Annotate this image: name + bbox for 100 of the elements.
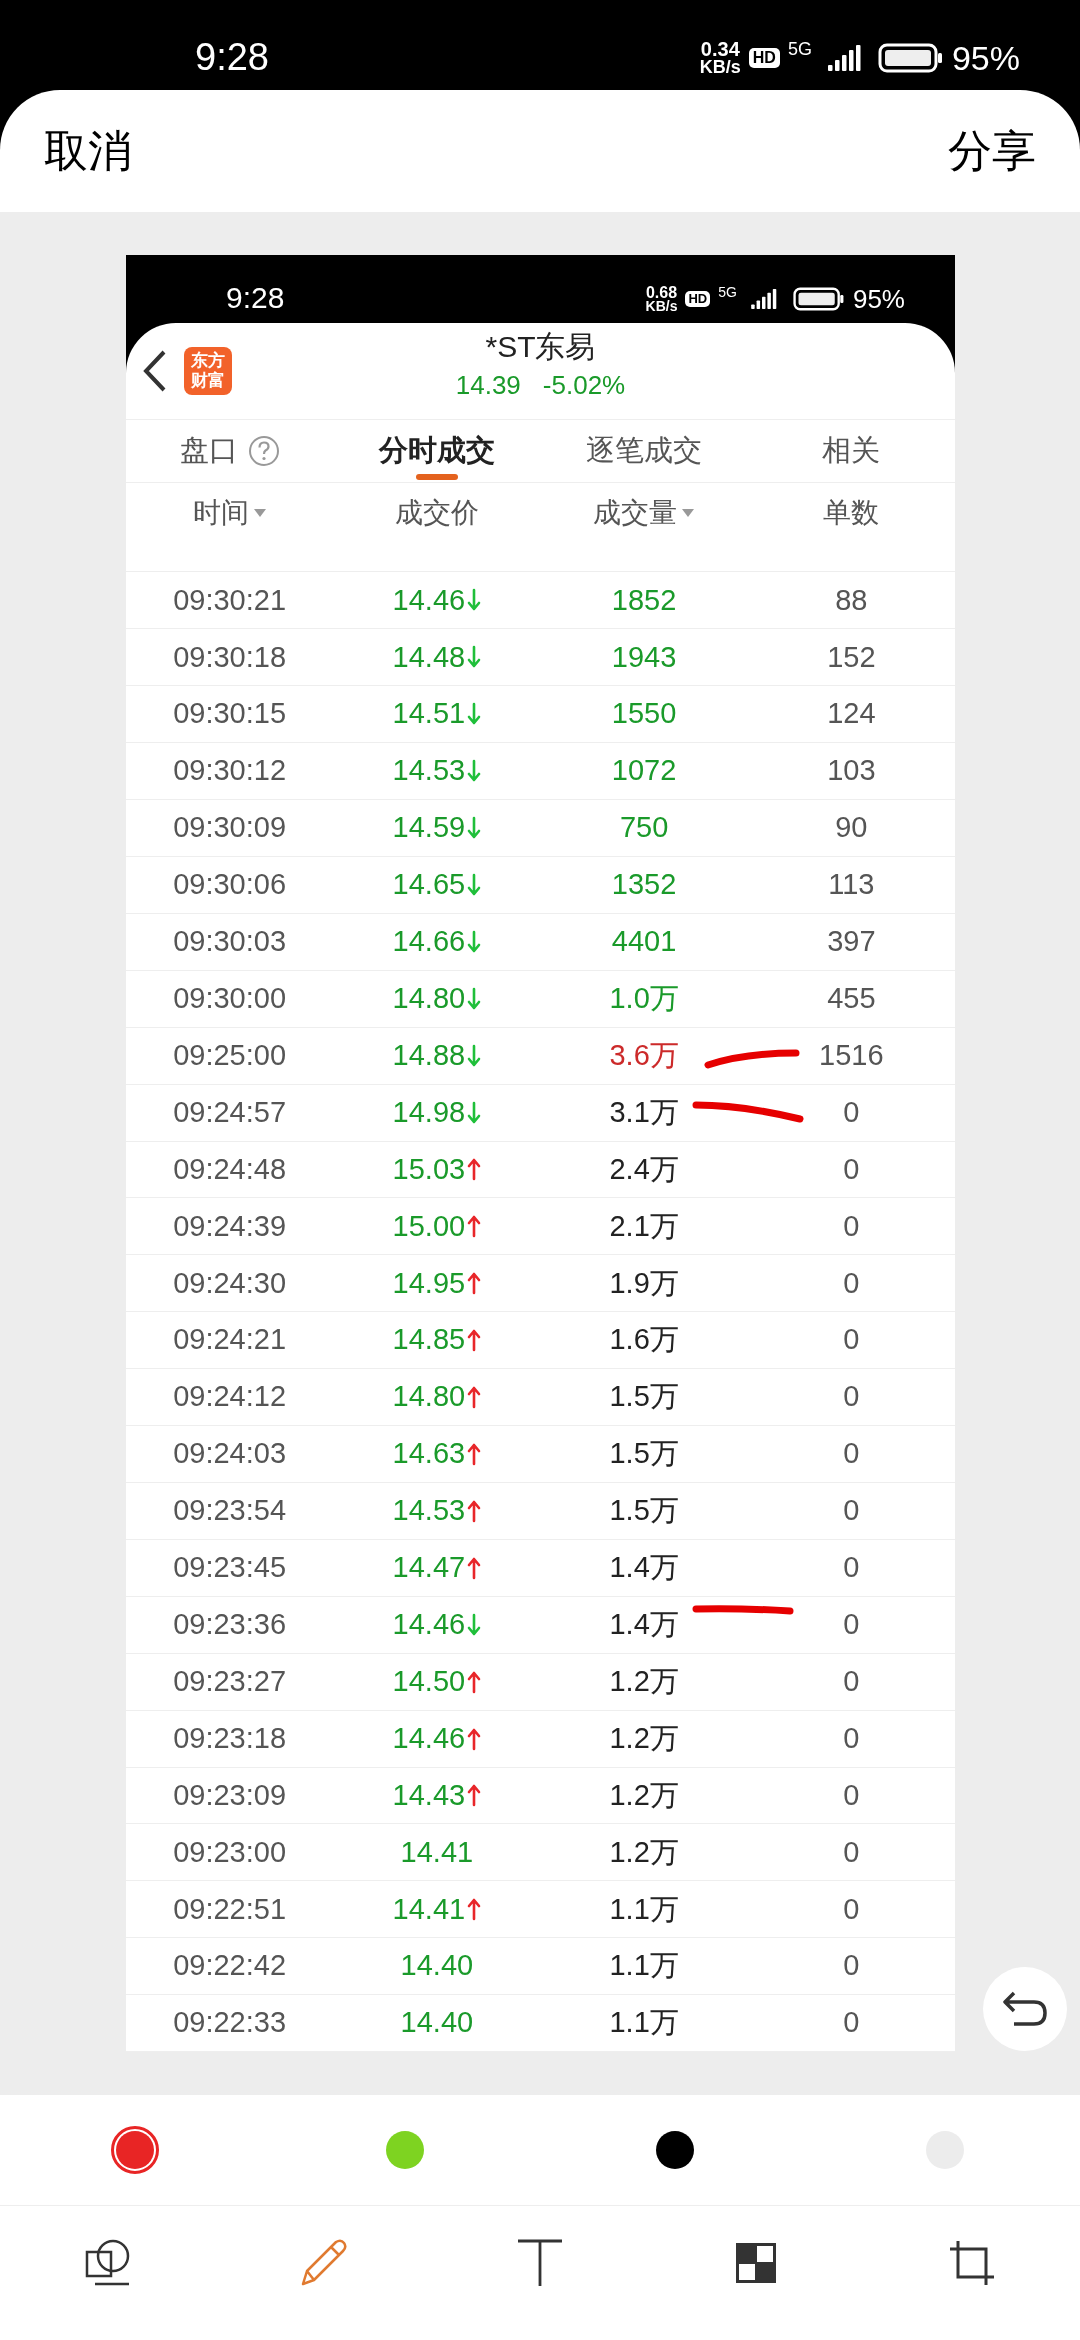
time-cell-text: 09:23:09	[173, 1777, 287, 1813]
column-header: 单数	[822, 496, 881, 530]
column-header[interactable]: 成交量	[540, 482, 748, 544]
volume-cell-text: 1852	[611, 582, 677, 618]
app-logo: 东方财富	[184, 347, 232, 396]
volume-cell-text: 1.2万	[609, 1663, 679, 1699]
volume-cell-text: 1.4万	[609, 1607, 679, 1642]
tab[interactable]: 分时成交	[333, 420, 541, 482]
back-icon[interactable]	[142, 349, 168, 394]
time-cell-text: 09:30:18	[173, 639, 287, 675]
help-icon[interactable]	[247, 435, 280, 468]
tab[interactable]: 相关	[747, 420, 955, 482]
volume-cell-text: 1.9万	[609, 1265, 679, 1301]
share-button[interactable]: 分享	[948, 118, 1036, 184]
count-cell-text: 0	[843, 1208, 860, 1244]
volume-cell-text: 1.1万	[609, 1948, 679, 1984]
volume-cell-text: 1.4万	[609, 1550, 679, 1586]
volume-cell-text: 1.2万	[609, 1777, 679, 1813]
count-cell-text: 90	[835, 810, 868, 846]
volume-cell-text: 1.5万	[609, 1493, 679, 1529]
volume-cell-text: 1943	[611, 639, 677, 675]
price-cell-text: 14.85	[392, 1322, 466, 1358]
hd-badge: HD	[748, 47, 780, 68]
count-cell-text: 113	[828, 867, 875, 903]
price-cell-text: 14.88	[392, 1037, 466, 1073]
count-cell-text: 0	[843, 1891, 860, 1927]
price-cell-text: 14.53	[392, 753, 466, 789]
volume-cell-text: 3.6万	[609, 1037, 679, 1073]
count-cell-text: 0	[843, 1948, 860, 1984]
hd-badge: HD	[685, 291, 711, 308]
time-cell-text: 09:30:00	[173, 981, 287, 1016]
price-cell-text: 15.00	[392, 1208, 466, 1244]
volume-cell-text: 1072	[611, 753, 677, 789]
volume-cell-text: 1.0万	[609, 981, 679, 1016]
price-cell-text: 15.03	[392, 1151, 466, 1187]
count-cell-text: 0	[843, 1151, 860, 1187]
price-cell-text: 14.80	[392, 981, 466, 1016]
price-cell-text: 14.46	[392, 582, 466, 618]
tab[interactable]: 盘口	[126, 420, 334, 482]
volume-cell-text: 2.4万	[609, 1151, 679, 1187]
volume-cell-text: 1352	[611, 867, 677, 903]
price-cell-text: 14.51	[392, 696, 466, 732]
time-cell-text: 09:23:00	[173, 1834, 287, 1870]
price-change: -5.02%	[542, 369, 626, 403]
time-cell-text: 09:24:39	[173, 1208, 287, 1244]
count-cell-text: 0	[843, 1379, 860, 1415]
time-cell-text: 09:30:21	[173, 582, 287, 618]
stock-name: *ST东易	[485, 329, 596, 366]
tab[interactable]: 逐笔成交	[540, 420, 748, 482]
price-cell-text: 14.50	[392, 1663, 466, 1699]
network-type: 5G	[718, 284, 737, 299]
undo-icon	[1002, 1991, 1048, 2027]
time-cell-text: 09:22:42	[173, 1948, 287, 1984]
time-cell-text: 09:30:15	[173, 696, 287, 732]
price-cell-text: 14.53	[392, 1493, 466, 1529]
time-cell-text: 09:24:03	[173, 1436, 287, 1472]
count-cell-text: 397	[827, 924, 876, 960]
time-cell-text: 09:24:21	[173, 1322, 287, 1358]
battery-icon	[877, 42, 944, 73]
time-cell-text: 09:23:36	[173, 1607, 287, 1642]
time-cell-text: 09:24:48	[173, 1151, 287, 1187]
time-cell-text: 09:30:09	[173, 810, 287, 846]
time-cell-text: 09:24:57	[173, 1094, 287, 1130]
network-speed: 0.34 KB/s	[699, 39, 741, 76]
stock-price: 14.39	[455, 369, 521, 403]
volume-cell-text: 1.2万	[609, 1834, 679, 1870]
network-type: 5G	[787, 39, 812, 58]
time-cell-text: 09:22:51	[173, 1891, 287, 1927]
status-time: 9:28	[226, 283, 285, 314]
volume-cell-text: 1.5万	[609, 1436, 679, 1472]
cancel-button[interactable]: 取消	[44, 118, 132, 184]
price-cell-text: 14.65	[392, 867, 466, 903]
time-cell-text: 09:23:18	[173, 1720, 287, 1756]
count-cell-text: 455	[827, 981, 876, 1016]
count-cell-text: 0	[843, 2005, 860, 2041]
count-cell-text: 0	[843, 1607, 860, 1642]
time-cell-text: 09:24:12	[173, 1379, 287, 1415]
time-cell-text: 09:24:30	[173, 1265, 287, 1301]
network-speed: 0.68 KB/s	[645, 284, 678, 314]
price-cell-text: 14.43	[392, 1777, 466, 1813]
volume-cell-text: 1.1万	[609, 2005, 679, 2041]
time-cell-text: 09:23:54	[173, 1493, 287, 1529]
volume-cell-text: 1.5万	[609, 1379, 679, 1415]
time-cell-text: 09:22:33	[173, 2005, 287, 2041]
price-cell-text: 14.59	[392, 810, 466, 846]
volume-cell-text: 1.1万	[609, 1891, 679, 1927]
volume-cell-text: 1550	[611, 696, 677, 732]
price-cell-text: 14.46	[392, 1607, 466, 1642]
count-cell-text: 124	[827, 696, 876, 732]
volume-cell-text: 2.1万	[609, 1208, 679, 1244]
count-cell-text: 0	[843, 1834, 860, 1870]
status-time: 9:28	[195, 38, 269, 76]
count-cell-text: 0	[843, 1550, 860, 1586]
column-header[interactable]: 时间	[126, 482, 334, 544]
count-cell-text: 152	[827, 639, 876, 675]
count-cell-text: 0	[843, 1720, 860, 1756]
time-cell-text: 09:30:06	[173, 867, 287, 903]
battery-percent: 95%	[852, 286, 905, 313]
time-cell-text: 09:25:00	[173, 1037, 287, 1073]
count-cell-text: 103	[827, 753, 876, 789]
